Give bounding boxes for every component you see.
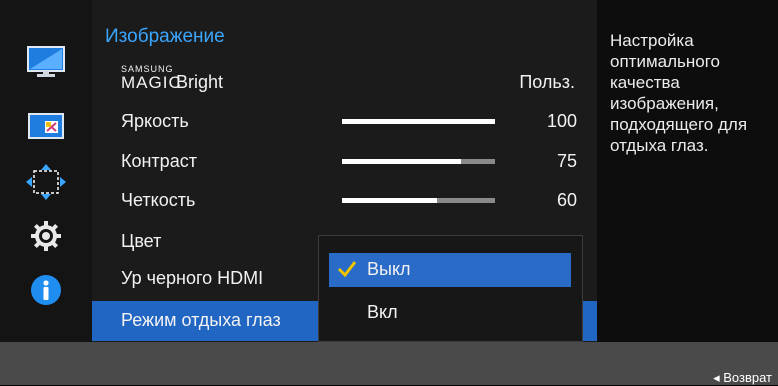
brightness-label: Яркость bbox=[121, 111, 189, 131]
contrast-value: 75 bbox=[556, 151, 577, 171]
pip-icon[interactable] bbox=[26, 106, 66, 146]
option-on-label: Вкл bbox=[367, 302, 398, 322]
sharpness-value: 60 bbox=[556, 190, 577, 210]
display-position-icon[interactable] bbox=[26, 162, 66, 202]
footer-bar: ◂ Возврат bbox=[0, 342, 778, 385]
option-off-label: Выкл bbox=[367, 259, 411, 279]
option-on[interactable]: Вкл bbox=[329, 296, 571, 330]
sharpness-slider[interactable] bbox=[342, 198, 495, 203]
sharpness-slider-fill bbox=[342, 198, 437, 203]
description-text: Настройка оптимального качества изображе… bbox=[610, 31, 748, 155]
picture-icon[interactable] bbox=[26, 42, 66, 82]
magic-bright-row[interactable]: SAMSUNG MAGIC Bright Польз. bbox=[92, 63, 597, 103]
contrast-row[interactable]: Контраст 75 bbox=[92, 142, 597, 182]
menu-title: Изображение bbox=[105, 26, 225, 47]
brightness-slider[interactable] bbox=[342, 119, 495, 124]
checkmark-icon bbox=[337, 259, 357, 284]
back-button[interactable]: ◂ Возврат bbox=[713, 370, 772, 386]
magic-bright-logo: SAMSUNG MAGIC Bright bbox=[121, 65, 223, 92]
contrast-label: Контраст bbox=[121, 151, 197, 171]
sharpness-label: Четкость bbox=[121, 190, 196, 210]
contrast-slider[interactable] bbox=[342, 159, 495, 164]
sidebar bbox=[0, 0, 92, 342]
hdmi-black-level-label: Ур черного HDMI bbox=[121, 268, 264, 288]
osd-screen: Изображение SAMSUNG MAGIC Bright Польз. … bbox=[0, 0, 778, 385]
option-off[interactable]: Выкл bbox=[329, 253, 571, 287]
magic-bright-name: Bright bbox=[176, 72, 224, 92]
brightness-row[interactable]: Яркость 100 bbox=[92, 102, 597, 142]
eye-saver-options-popup: Выкл Вкл bbox=[318, 235, 583, 342]
settings-icon[interactable] bbox=[26, 216, 66, 256]
color-label: Цвет bbox=[121, 231, 162, 251]
magic-bright-value: Польз. bbox=[519, 72, 575, 92]
brightness-value: 100 bbox=[546, 111, 577, 131]
eye-saver-mode-label: Режим отдыха глаз bbox=[121, 310, 281, 330]
contrast-slider-fill bbox=[342, 159, 462, 164]
brightness-slider-fill bbox=[342, 119, 495, 124]
info-icon[interactable] bbox=[26, 270, 66, 310]
magic-brand-bottom: MAGIC bbox=[121, 73, 182, 92]
description-panel: Настройка оптимального качества изображе… bbox=[597, 0, 778, 342]
sharpness-row[interactable]: Четкость 60 bbox=[92, 181, 597, 221]
